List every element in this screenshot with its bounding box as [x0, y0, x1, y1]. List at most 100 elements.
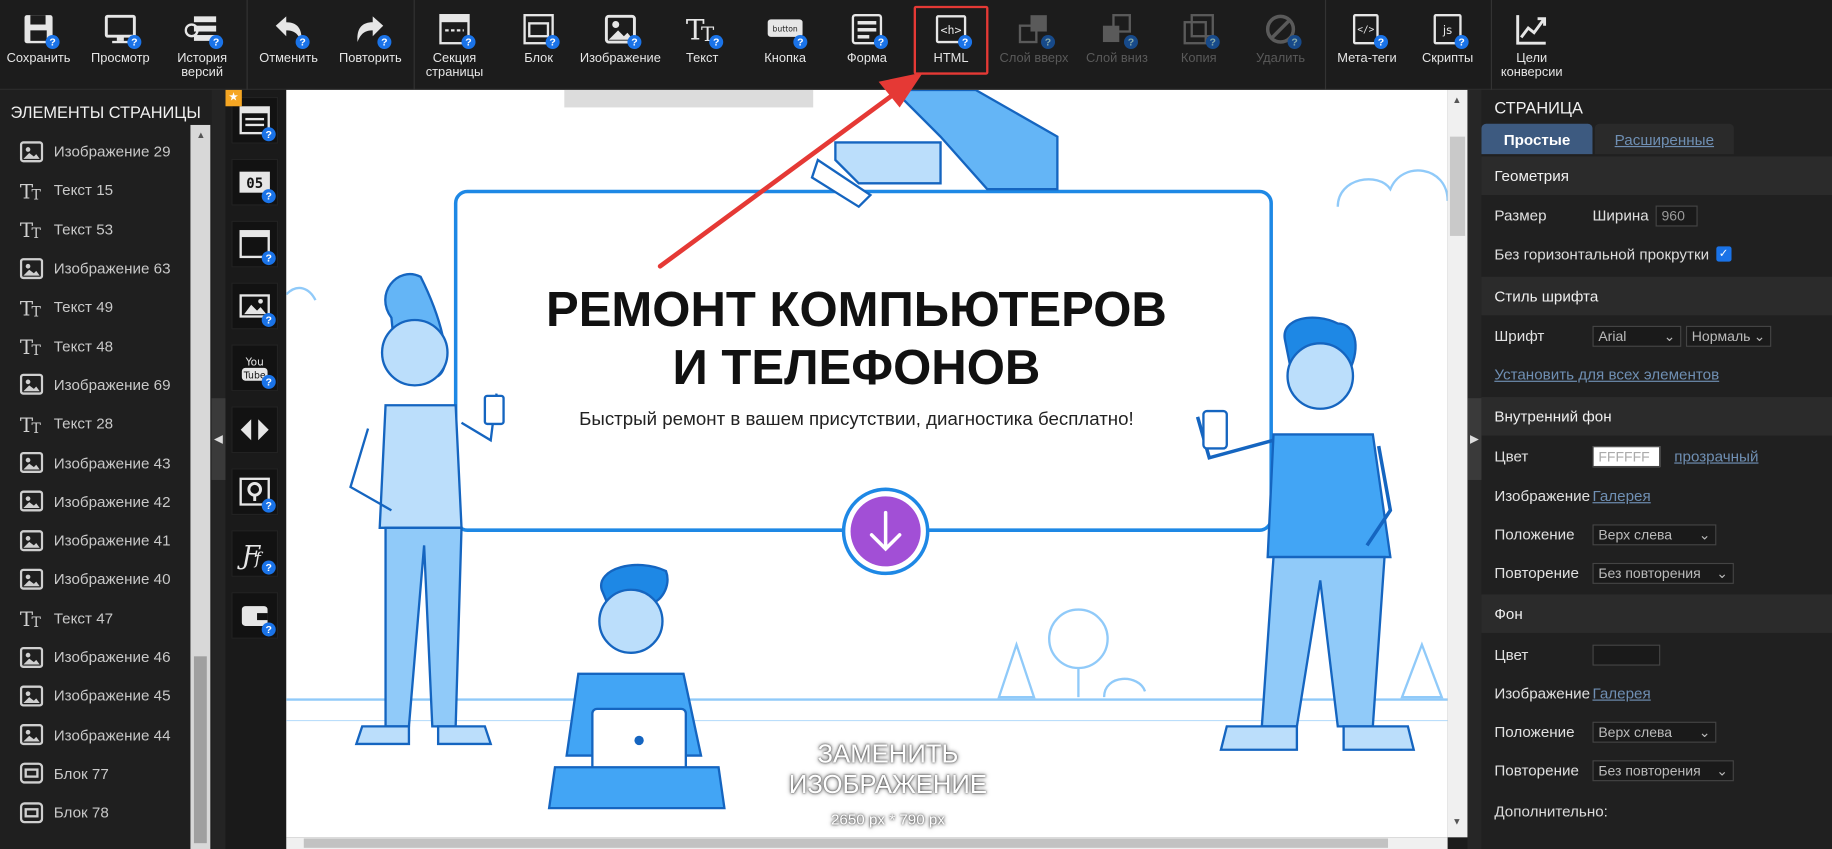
collapse-right-panel-button[interactable]: ▶ [1467, 398, 1482, 480]
scrollbar-thumb[interactable] [1449, 136, 1466, 236]
version-history-button[interactable]: ? История версий [164, 0, 241, 90]
list-item[interactable]: Изображение 63 [0, 249, 189, 288]
list-item[interactable]: T T Текст 47 [0, 599, 189, 638]
help-badge[interactable]: ? [261, 560, 276, 575]
timer-widget-button[interactable]: 05 ? [231, 158, 279, 206]
map-widget-button[interactable]: ? [231, 468, 279, 516]
help-badge[interactable]: ? [1287, 35, 1302, 50]
scroll-down-arrow[interactable]: ▼ [1452, 816, 1461, 827]
apply-all-link[interactable]: Установить для всех элементов [1494, 366, 1719, 384]
help-badge[interactable]: ? [873, 35, 888, 50]
font-weight-select[interactable]: Нормаль ⌄ [1685, 325, 1772, 347]
canvas-horizontal-scrollbar[interactable] [286, 837, 1448, 849]
width-input[interactable]: 960 [1655, 204, 1698, 226]
meta-tags-button[interactable]: </> ? Мета-теги [1330, 0, 1405, 90]
page-canvas[interactable]: РЕМОНТ КОМПЬЮТЕРОВ И ТЕЛЕФОНОВ Быстрый р… [286, 89, 1448, 838]
help-badge[interactable]: ? [1205, 35, 1220, 50]
list-item[interactable]: T T Текст 28 [0, 404, 189, 443]
help-badge[interactable]: ? [793, 35, 808, 50]
text-button[interactable]: TT ? Текст [666, 0, 738, 90]
help-badge[interactable]: ? [1123, 35, 1138, 50]
help-badge[interactable]: ? [1454, 35, 1469, 50]
wallet-widget-button[interactable]: ? [231, 592, 279, 639]
list-item[interactable]: Изображение 40 [0, 560, 189, 599]
layer-down-button[interactable]: ? Слой вниз [1081, 0, 1153, 90]
list-item[interactable]: Изображение 46 [0, 637, 189, 676]
help-badge[interactable]: ? [1041, 35, 1056, 50]
list-scrollbar[interactable]: ▲ [190, 124, 211, 849]
scroll-up-arrow[interactable]: ▲ [196, 130, 205, 141]
bg-color-input[interactable] [1592, 644, 1661, 666]
scrollbar-thumb[interactable] [303, 838, 1389, 848]
help-badge[interactable]: ? [261, 622, 276, 637]
list-item[interactable]: Блок 77 [0, 754, 189, 793]
help-badge[interactable]: ? [261, 251, 276, 266]
gallery-link[interactable]: Галерея [1592, 487, 1650, 505]
list-item[interactable]: Изображение 45 [0, 676, 189, 715]
list-item[interactable]: T T Текст 49 [0, 288, 189, 327]
gallery-link[interactable]: Галерея [1592, 684, 1650, 702]
hero-subtitle[interactable]: Быстрый ремонт в вашем присутствии, диаг… [286, 410, 1447, 431]
undo-button[interactable]: ? Отменить [252, 0, 324, 90]
list-item[interactable]: Изображение 69 [0, 365, 189, 404]
inner-color-input[interactable]: FFFFFF [1592, 445, 1661, 467]
gallery-widget-button[interactable]: ? [231, 282, 279, 330]
tab-advanced[interactable]: Расширенные [1594, 123, 1734, 155]
page-section-button[interactable]: ? Секция страницы [418, 0, 490, 90]
replace-image-button[interactable]: ЗАМЕНИТЬ ИЗОБРАЖЕНИЕ [748, 739, 1028, 800]
help-badge[interactable]: ? [709, 35, 724, 50]
block-button[interactable]: ? Блок [502, 0, 574, 90]
list-item[interactable]: Изображение 42 [0, 482, 189, 521]
help-badge[interactable]: ? [1373, 35, 1389, 50]
inner-position-select[interactable]: Верх слева ⌄ [1592, 523, 1717, 545]
scrollbar-thumb[interactable] [193, 656, 207, 844]
help-badge[interactable]: ? [261, 312, 276, 327]
form-button[interactable]: ? Форма [831, 0, 903, 90]
help-badge[interactable]: ? [261, 189, 276, 204]
inner-repeat-select[interactable]: Без повторения ⌄ [1592, 562, 1734, 584]
bg-repeat-select[interactable]: Без повторения ⌄ [1592, 759, 1734, 781]
transparent-link[interactable]: прозрачный [1674, 447, 1758, 465]
help-badge[interactable]: ? [127, 35, 142, 50]
help-badge[interactable]: ? [209, 35, 224, 50]
hero-title[interactable]: РЕМОНТ КОМПЬЮТЕРОВ И ТЕЛЕФОНОВ [286, 280, 1447, 397]
font-widget-button[interactable]: Ƒf ? [231, 530, 279, 577]
button-widget-button[interactable]: button ? Кнопка [749, 0, 821, 90]
list-item[interactable]: Блок 78 [0, 793, 189, 832]
redo-button[interactable]: ? Повторить [334, 0, 406, 90]
preview-button[interactable]: ? Просмотр [84, 0, 156, 90]
help-badge[interactable]: ? [261, 374, 276, 389]
list-item[interactable]: T T Текст 53 [0, 210, 189, 249]
list-item[interactable]: Изображение 43 [0, 443, 189, 482]
font-select[interactable]: Arial ⌄ [1592, 325, 1682, 347]
list-item[interactable]: T T Текст 15 [0, 171, 189, 210]
image-button[interactable]: ? Изображение [580, 0, 662, 90]
collapse-left-panel-button[interactable]: ◀ [211, 398, 226, 480]
bg-position-select[interactable]: Верх слева ⌄ [1592, 721, 1717, 743]
canvas-vertical-scrollbar[interactable]: ▲ ▼ [1447, 89, 1468, 838]
help-badge[interactable]: ? [461, 35, 476, 50]
scripts-button[interactable]: js ? Скрипты [1411, 0, 1483, 90]
slider-widget-button[interactable] [231, 406, 279, 454]
help-badge[interactable]: ? [261, 498, 276, 513]
list-item[interactable]: T T Текст 48 [0, 326, 189, 365]
youtube-widget-button[interactable]: You Tube ? [231, 344, 279, 392]
help-badge[interactable]: ? [45, 35, 60, 50]
delete-button[interactable]: ? Удалить [1244, 0, 1316, 90]
conversion-goals-button[interactable]: Цели конверсии [1496, 0, 1568, 90]
layer-up-button[interactable]: ? Слой вверх [997, 0, 1072, 90]
popup-widget-button[interactable]: ? [231, 220, 279, 268]
help-badge[interactable]: ? [377, 35, 392, 50]
tab-simple[interactable]: Простые [1481, 123, 1593, 155]
help-badge[interactable]: ? [261, 127, 276, 142]
save-button[interactable]: ? Сохранить [2, 0, 74, 90]
help-badge[interactable]: ? [295, 35, 310, 50]
no-hscroll-checkbox[interactable]: ✓ [1716, 246, 1732, 262]
list-item[interactable]: Изображение 29 [0, 132, 189, 171]
help-badge[interactable]: ? [545, 35, 560, 50]
list-item[interactable]: Изображение 41 [0, 521, 189, 560]
copy-button[interactable]: ? Копия [1163, 0, 1235, 90]
help-badge[interactable]: ? [627, 35, 642, 50]
scroll-up-arrow[interactable]: ▲ [1452, 95, 1461, 106]
list-item[interactable]: Изображение 44 [0, 715, 189, 754]
